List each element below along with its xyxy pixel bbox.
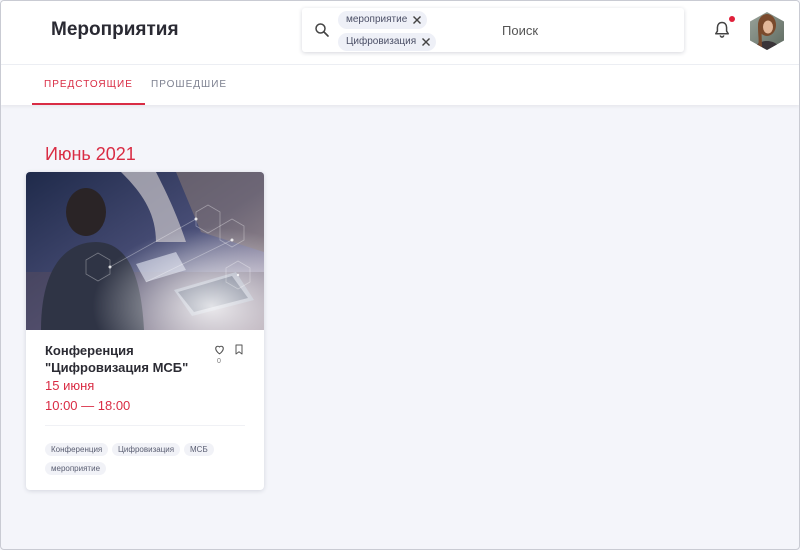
month-heading: Июнь 2021 (45, 144, 136, 164)
divider (45, 425, 245, 426)
search-chip-label: мероприятие (346, 14, 408, 25)
event-image (26, 172, 264, 330)
search-icon (315, 23, 329, 37)
event-tag[interactable]: мероприятие (45, 462, 107, 475)
close-icon[interactable] (420, 36, 432, 48)
like-count: 0 (217, 358, 221, 365)
event-title[interactable]: Конференция "Цифровизация МСБ" (45, 342, 215, 376)
bookmark-icon[interactable] (233, 343, 245, 356)
tab-upcoming[interactable]: ПРЕДСТОЯЩИЕ (32, 65, 145, 105)
event-tabs: ПРЕДСТОЯЩИЕ ПРОШЕДШИЕ (1, 65, 799, 105)
event-title-line: Конференция (45, 343, 134, 358)
top-bar: Мероприятия мероприятие Цифровизация (1, 1, 799, 65)
search-chip[interactable]: Цифровизация (338, 33, 437, 51)
event-tag[interactable]: Конференция (45, 443, 109, 456)
search-input[interactable] (502, 20, 672, 40)
search-bar[interactable]: мероприятие Цифровизация (302, 8, 684, 52)
page-title: Мероприятия (51, 19, 179, 40)
heart-icon[interactable] (213, 343, 226, 356)
event-tag[interactable]: МСБ (184, 443, 214, 456)
event-title-line: "Цифровизация МСБ" (45, 360, 189, 375)
search-chip-label: Цифровизация (346, 36, 417, 47)
avatar[interactable] (750, 12, 784, 50)
event-date: 15 июня (45, 378, 95, 393)
close-icon[interactable] (411, 14, 423, 26)
notification-dot (729, 16, 735, 22)
event-tag[interactable]: Цифровизация (112, 443, 181, 456)
event-card[interactable]: Конференция "Цифровизация МСБ" 0 15 июня… (26, 172, 264, 490)
search-chip[interactable]: мероприятие (338, 11, 428, 29)
app-window: Мероприятия мероприятие Цифровизация Пои… (0, 0, 800, 550)
tab-past[interactable]: ПРОШЕДШИЕ (151, 65, 227, 105)
event-time: 10:00 — 18:00 (45, 398, 131, 413)
bell-icon[interactable] (712, 20, 732, 40)
